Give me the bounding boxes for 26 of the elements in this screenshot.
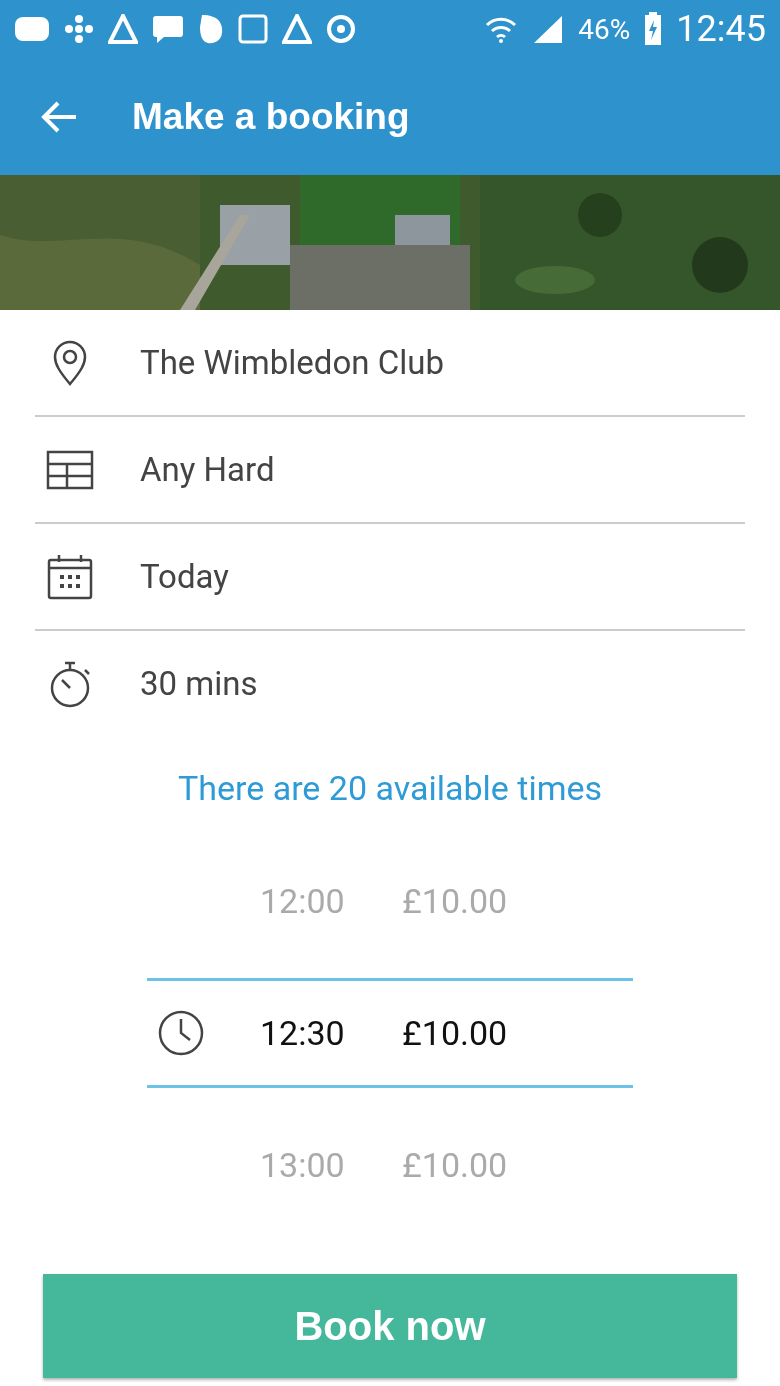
time-slot[interactable]: 12:30 £10.00 (147, 978, 633, 1088)
leaf-icon (198, 13, 224, 45)
field-value[interactable]: Any Hard (140, 450, 275, 489)
status-time: 12:45 (676, 8, 766, 50)
slot-time: 13:00 (260, 1145, 346, 1185)
triangle-icon (282, 14, 312, 44)
battery-icon (644, 12, 663, 46)
battery-level: 46% (578, 12, 631, 46)
slot-time: 12:00 (260, 881, 346, 921)
field-value[interactable]: The Wimbledon Club (140, 343, 444, 382)
slot-price: £10.00 (402, 881, 508, 921)
field-value[interactable]: 30 mins (140, 664, 258, 703)
ring-icon (326, 14, 356, 44)
screen-title: Make a booking (132, 95, 410, 138)
triangle-icon (108, 14, 138, 44)
availability-text: There are 20 available times (176, 768, 604, 808)
message-icon (14, 16, 50, 42)
field-value[interactable]: Today (140, 557, 229, 596)
slot-price: £10.00 (402, 1013, 508, 1053)
dots-icon (64, 14, 94, 44)
clock-icon (157, 1009, 205, 1057)
slot-price: £10.00 (402, 1145, 508, 1185)
signal-icon (532, 14, 565, 44)
slot-time: 12:30 (260, 1013, 346, 1053)
square-icon (238, 14, 268, 44)
chat-icon (152, 14, 184, 44)
